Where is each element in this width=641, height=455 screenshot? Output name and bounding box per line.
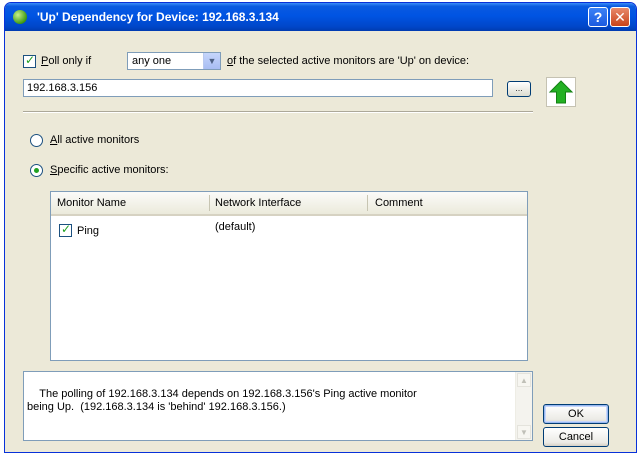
description-text: The polling of 192.168.3.134 depends on … (27, 388, 417, 413)
poll-condition-value: any one (132, 55, 172, 67)
poll-condition-dropdown[interactable]: any one ▼ (127, 52, 221, 70)
list-header: Monitor Name Network Interface Comment (51, 192, 527, 216)
window-title: 'Up' Dependency for Device: 192.168.3.13… (37, 10, 279, 24)
poll-condition-suffix: of the selected active monitors are 'Up'… (227, 55, 470, 67)
dependency-dialog: 'Up' Dependency for Device: 192.168.3.13… (4, 2, 637, 453)
browse-device-button[interactable]: ... (507, 81, 531, 97)
green-orb-icon (13, 10, 27, 24)
column-separator[interactable] (367, 195, 368, 211)
network-interface-cell: (default) (215, 221, 256, 233)
all-monitors-label[interactable]: All active monitors (50, 134, 139, 146)
title-bar[interactable]: 'Up' Dependency for Device: 192.168.3.13… (5, 3, 636, 31)
poll-only-if-label: Poll only if (41, 55, 92, 67)
column-header-comment[interactable]: Comment (375, 197, 423, 209)
chevron-down-icon[interactable]: ▼ (203, 53, 220, 69)
specific-monitors-label[interactable]: Specific active monitors: (50, 164, 169, 176)
green-up-arrow-icon (548, 80, 574, 104)
column-header-monitor-name[interactable]: Monitor Name (57, 197, 126, 209)
monitor-name-cell: Ping (77, 225, 100, 237)
checkmark-icon: ✓ (25, 53, 36, 67)
description-scrollbar[interactable]: ▲ ▼ (515, 372, 532, 440)
column-separator[interactable] (209, 195, 210, 211)
help-button[interactable]: ? (588, 7, 608, 27)
monitor-list[interactable]: Monitor Name Network Interface Comment ✓… (50, 191, 528, 361)
status-indicator (546, 77, 576, 107)
scroll-up-arrow-icon[interactable]: ▲ (517, 373, 531, 387)
ok-button[interactable]: OK (543, 404, 609, 424)
poll-only-if-checkbox[interactable]: ✓ (23, 53, 36, 68)
table-row[interactable]: ✓ Ping (default) (51, 220, 527, 240)
radio-selected-dot (34, 168, 39, 173)
monitor-enabled-checkbox[interactable]: ✓ (59, 222, 72, 237)
column-header-network-interface[interactable]: Network Interface (215, 197, 301, 209)
scroll-down-arrow-icon[interactable]: ▼ (517, 425, 531, 439)
section-divider (23, 111, 533, 113)
specific-monitors-radio[interactable] (30, 164, 43, 177)
all-monitors-radio[interactable] (30, 134, 43, 147)
cancel-button[interactable]: Cancel (543, 427, 609, 447)
device-field[interactable]: 192.168.3.156 (23, 79, 493, 97)
dependency-description[interactable]: The polling of 192.168.3.134 depends on … (23, 371, 533, 441)
checkmark-icon: ✓ (61, 222, 72, 236)
close-button[interactable]: ✕ (610, 7, 630, 27)
